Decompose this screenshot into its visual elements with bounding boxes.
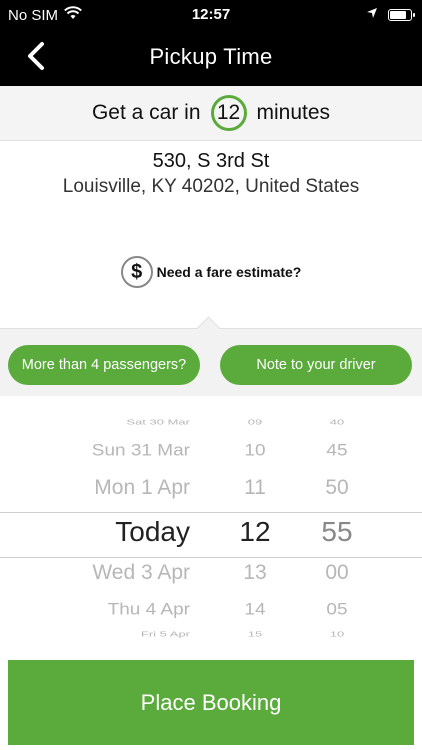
- options-bar: More than 4 passengers? Note to your dri…: [0, 316, 422, 397]
- eta-suffix: minutes: [256, 101, 331, 124]
- picker-minute: 05: [326, 601, 348, 619]
- nav-bar: Pickup Time: [0, 30, 422, 86]
- picker-minute: 55: [321, 516, 353, 547]
- eta-minutes-badge: 12: [210, 95, 247, 131]
- more-passengers-label: More than 4 passengers?: [21, 357, 187, 373]
- picker-date: Sun 31 Mar: [91, 442, 190, 460]
- status-time: 12:57: [191, 6, 231, 23]
- picker-date: Sat 30 Mar: [126, 418, 190, 427]
- location-arrow-icon: [366, 6, 378, 23]
- picker-hour: 12: [239, 516, 271, 547]
- picker-minute: 45: [326, 442, 348, 460]
- picker-date: Wed 3 Apr: [92, 561, 190, 584]
- picker-minute: 50: [325, 476, 349, 499]
- eta-banner: Get a car in 12 minutes: [0, 86, 422, 141]
- picker-hour: 10: [244, 442, 266, 460]
- picker-date: Thu 4 Apr: [107, 601, 190, 619]
- dollar-icon: $: [120, 256, 153, 288]
- pickup-time-picker[interactable]: Sat 30 Mar 09 40 Sun 31 Mar 10 45 Mon 1 Apr 11 5…: [0, 396, 422, 660]
- pickup-address[interactable]: 530, S 3rd St Louisville, KY 40202, Unit…: [0, 150, 422, 198]
- options-notch: [196, 316, 221, 341]
- eta-prefix: Get a car in: [91, 101, 201, 124]
- fare-estimate-label: Need a fare estimate?: [156, 264, 302, 280]
- fare-estimate-link[interactable]: $ Need a fare estimate?: [0, 256, 422, 288]
- address-line-2: Louisville, KY 40202, United States: [62, 176, 360, 197]
- note-to-driver-button[interactable]: Note to your driver: [220, 345, 412, 385]
- picker-date: Today: [115, 516, 190, 547]
- picker-hour: 09: [247, 418, 263, 427]
- picker-minute: 10: [329, 630, 345, 639]
- picker-hour: 15: [247, 630, 263, 639]
- picker-minute: 40: [329, 418, 345, 427]
- picker-date: Fri 5 Apr: [140, 630, 190, 639]
- note-to-driver-label: Note to your driver: [256, 357, 376, 373]
- address-line-1: 530, S 3rd St: [152, 150, 270, 172]
- picker-hour: 11: [244, 476, 266, 499]
- picker-date: Mon 1 Apr: [94, 476, 190, 499]
- status-bar: No SIM 12:57: [0, 0, 422, 30]
- place-booking-button[interactable]: Place Booking: [8, 660, 414, 745]
- place-booking-label: Place Booking: [140, 689, 282, 715]
- picker-minute: 00: [325, 561, 349, 584]
- picker-hour: 13: [243, 561, 267, 584]
- picker-hour: 14: [244, 601, 266, 619]
- page-title: Pickup Time: [149, 44, 273, 69]
- eta-minutes: 12: [216, 101, 241, 124]
- battery-icon: [388, 8, 415, 21]
- more-passengers-button[interactable]: More than 4 passengers?: [8, 345, 200, 385]
- header: No SIM 12:57 Pickup Time: [0, 0, 422, 86]
